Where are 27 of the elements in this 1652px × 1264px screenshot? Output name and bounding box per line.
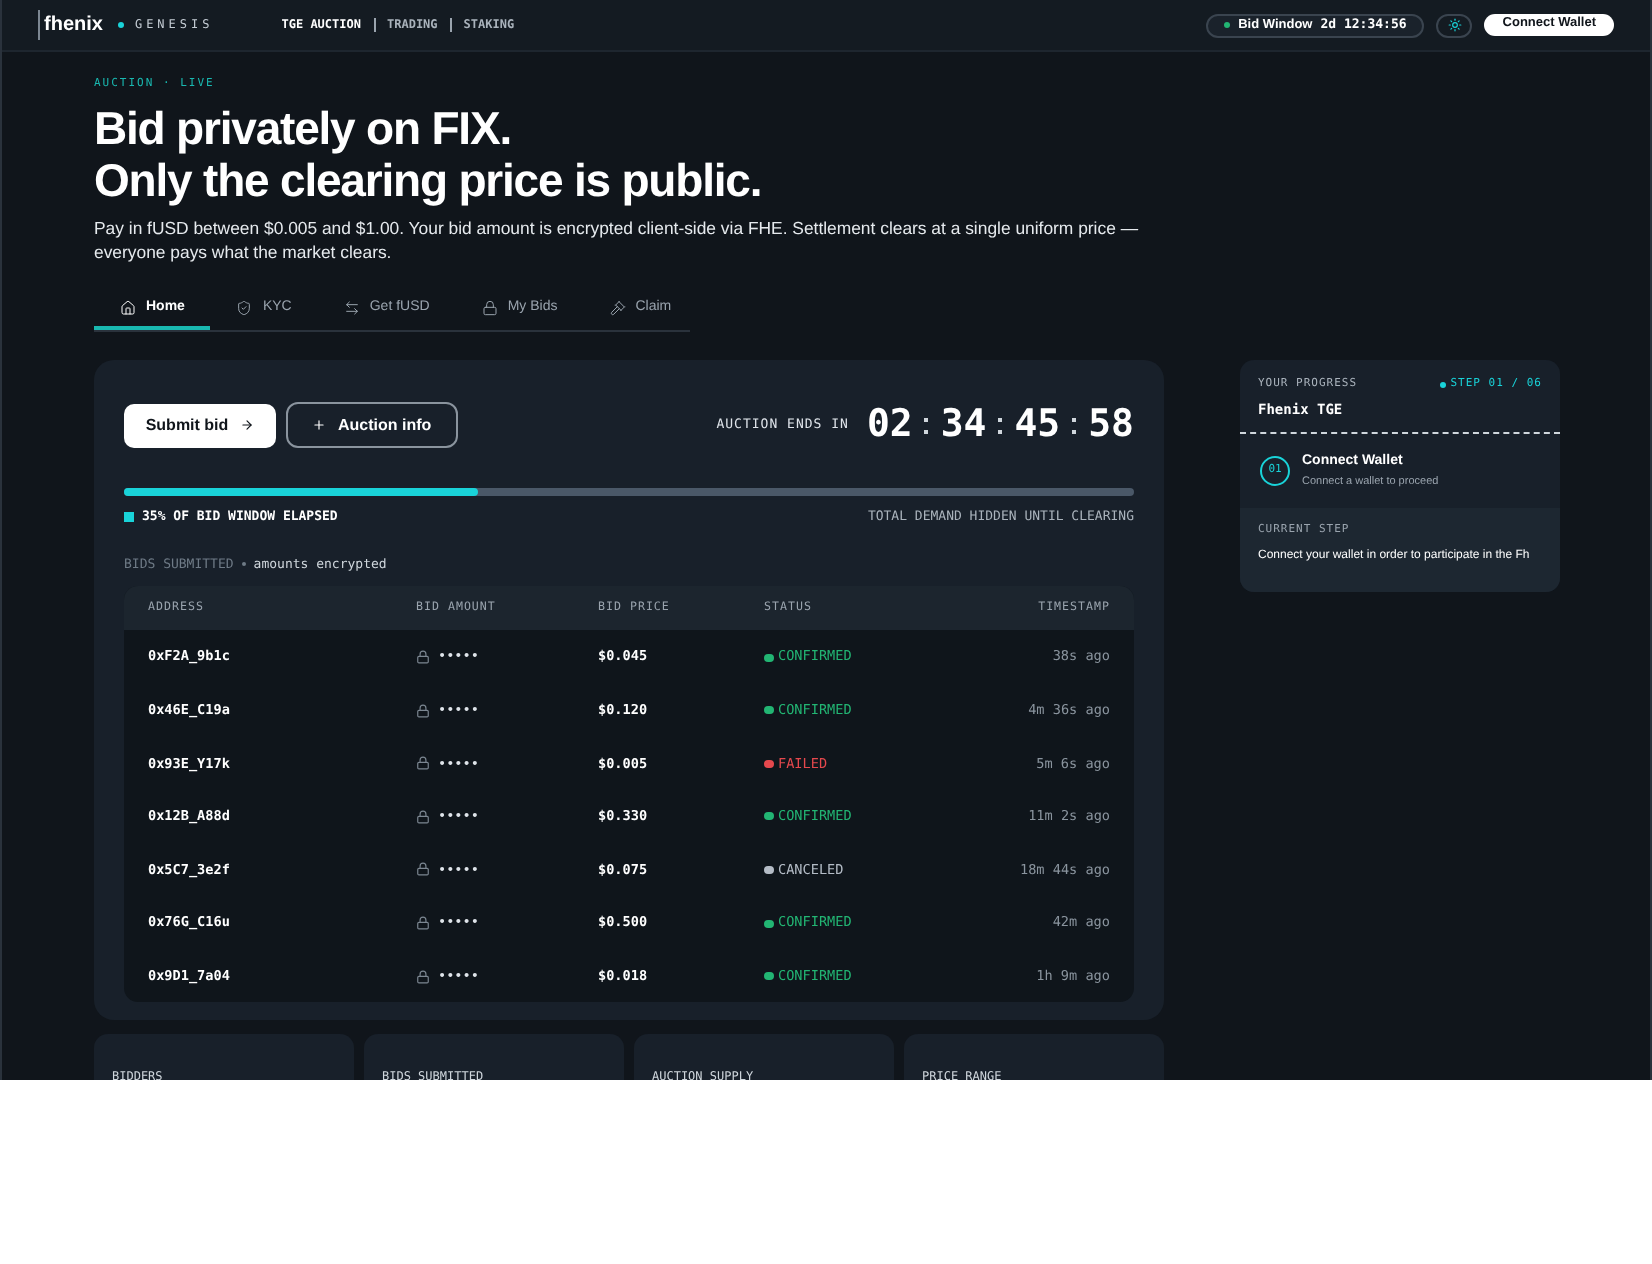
- shield-icon: [236, 300, 253, 317]
- countdown-digits: 34: [940, 400, 987, 451]
- lock-icon: [416, 756, 430, 771]
- hero-title: Bid privately on FIX.: [94, 102, 513, 155]
- plus-icon: [312, 418, 326, 432]
- lock-icon: [416, 862, 430, 877]
- lock-icon: [416, 650, 430, 665]
- countdown-digits: 02: [866, 400, 913, 451]
- lock-icon: [416, 809, 430, 824]
- sun-icon: [1447, 18, 1462, 32]
- hero-description: Pay in fUSD between $0.005 and $1.00. Your bid amount is encrypted client-side via FHE. Settlement clears at a single uniform price — everyone pays what the market clears.: [94, 216, 1141, 265]
- arrows-icon: [343, 300, 360, 317]
- lock-icon: [416, 916, 430, 931]
- legend-swatch-icon: [124, 512, 134, 523]
- lock-icon: [416, 969, 430, 984]
- submit-bid-button[interactable]: Submit bid: [124, 403, 276, 447]
- countdown-digits: 58: [1088, 400, 1134, 451]
- lock-icon: [416, 703, 430, 718]
- gavel-icon: [609, 300, 626, 317]
- logo[interactable]: fhenix: [38, 10, 103, 40]
- arrow-right-icon: [240, 418, 255, 432]
- theme-toggle-button[interactable]: [1436, 13, 1473, 37]
- countdown-digits: 45: [1014, 400, 1061, 451]
- house-icon: [120, 300, 136, 317]
- auction-info-button[interactable]: Auction info: [286, 402, 458, 448]
- lock-icon: [481, 300, 498, 317]
- hero-title: Only the clearing price is public.: [94, 154, 764, 207]
